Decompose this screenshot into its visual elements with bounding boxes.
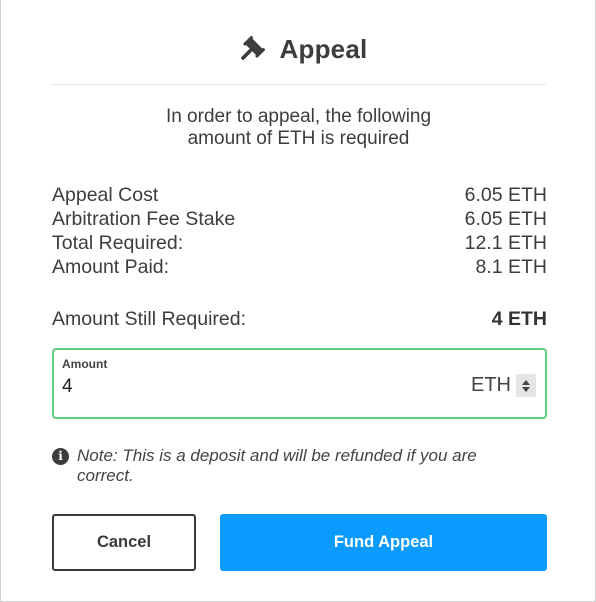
deposit-note: i Note: This is a deposit and will be re…: [52, 446, 522, 486]
modal-title: Appeal: [279, 34, 368, 64]
summary-value: 12.1 ETH: [464, 231, 547, 254]
amount-field-label: Amount: [62, 357, 108, 371]
instructions-line-2: amount of ETH is required: [187, 128, 410, 149]
summary-row-appeal-cost: Appeal Cost 6.05 ETH: [52, 183, 547, 207]
instructions-line-1: In order to appeal, the following: [165, 106, 432, 127]
still-required-label: Amount Still Required:: [52, 307, 247, 330]
summary-value: 6.05 ETH: [464, 207, 547, 230]
appeal-modal: Appeal In order to appeal, the following…: [0, 0, 596, 602]
stepper-down-icon[interactable]: [521, 386, 531, 394]
fund-appeal-button[interactable]: Fund Appeal: [220, 514, 547, 571]
summary-row-arbitration-fee-stake: Arbitration Fee Stake 6.05 ETH: [52, 207, 547, 231]
summary-value: 6.05 ETH: [464, 183, 547, 206]
summary-label: Arbitration Fee Stake: [52, 207, 236, 230]
note-text: Note: This is a deposit and will be refu…: [77, 446, 477, 485]
summary-value: 8.1 ETH: [475, 255, 547, 278]
cancel-button[interactable]: Cancel: [52, 514, 196, 571]
amount-field[interactable]: Amount ETH: [52, 348, 547, 419]
amount-stepper[interactable]: [516, 374, 536, 397]
modal-header: Appeal: [51, 30, 546, 85]
amount-unit: ETH: [471, 374, 511, 396]
summary-label: Total Required:: [52, 231, 184, 254]
amount-still-required: Amount Still Required: 4 ETH: [52, 306, 547, 332]
summary-label: Appeal Cost: [52, 183, 159, 206]
still-required-value: 4 ETH: [491, 307, 547, 330]
stepper-up-icon[interactable]: [521, 378, 531, 386]
summary-row-amount-paid: Amount Paid: 8.1 ETH: [52, 255, 547, 279]
fee-summary: Appeal Cost 6.05 ETH Arbitration Fee Sta…: [52, 183, 547, 279]
summary-label: Amount Paid:: [52, 255, 170, 278]
title-wrap: Appeal: [236, 34, 368, 65]
info-icon: i: [52, 448, 69, 465]
appeal-instructions: In order to appeal, the following amount…: [51, 106, 546, 150]
gavel-icon: [236, 35, 266, 65]
amount-input[interactable]: [62, 375, 442, 399]
summary-row-total-required: Total Required: 12.1 ETH: [52, 231, 547, 255]
